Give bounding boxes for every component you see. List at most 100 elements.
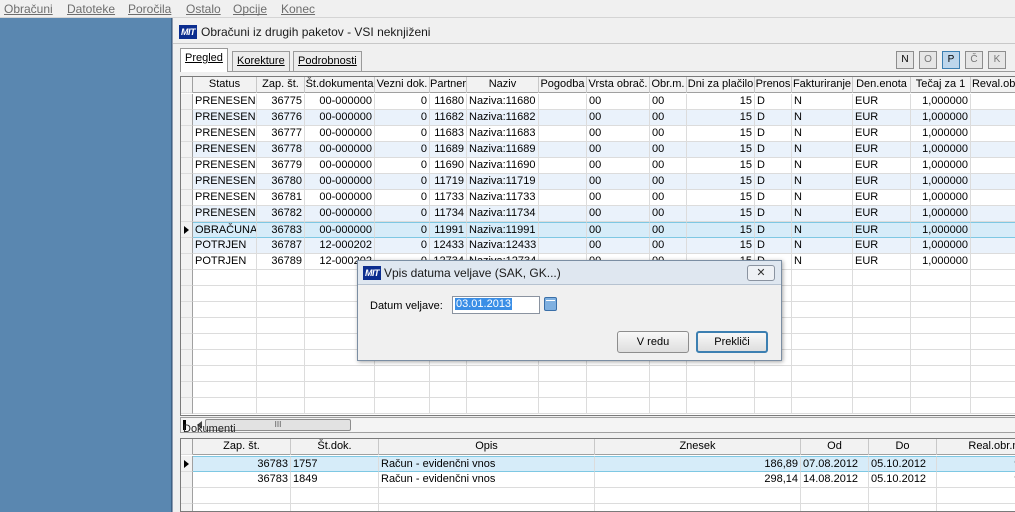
table-row[interactable]: POTRJEN 36787 12-000202 0 12433 Naziva:12433 0… <box>181 238 1015 254</box>
column-header[interactable]: Zap. št. <box>257 77 305 93</box>
column-header[interactable]: Prenos <box>755 77 792 93</box>
table-cell <box>539 174 587 190</box>
column-header[interactable]: Znesek <box>595 439 801 455</box>
side-panel <box>0 18 172 512</box>
row-indicator[interactable] <box>181 190 193 206</box>
table-cell: 36778 <box>257 142 305 158</box>
row-indicator[interactable] <box>181 504 193 511</box>
ok-button[interactable]: V redu <box>617 331 689 353</box>
row-indicator[interactable] <box>181 350 193 366</box>
table-cell <box>539 238 587 254</box>
row-indicator[interactable] <box>181 110 193 126</box>
column-header[interactable]: Vezni dok. <box>375 77 430 93</box>
column-header[interactable]: Opis <box>379 439 595 455</box>
row-indicator[interactable] <box>181 456 193 472</box>
row-indicator[interactable] <box>181 254 193 270</box>
table-cell: 00 <box>650 142 687 158</box>
row-indicator[interactable] <box>181 206 193 222</box>
table-cell: N <box>792 174 853 190</box>
table-row[interactable]: PRENESEN 36776 00-000000 0 11682 Naziva:11682… <box>181 110 1015 126</box>
table-cell <box>595 504 801 511</box>
mode-button-n[interactable]: N <box>896 51 914 69</box>
table-row[interactable]: PRENESEN 36782 00-000000 0 11734 Naziva:11734… <box>181 206 1015 222</box>
document-row[interactable]: 36783 1849 Račun - evidenčni vnos 298,14 14.… <box>181 472 1015 488</box>
row-indicator[interactable] <box>181 488 193 504</box>
column-header[interactable]: Tečaj za 1 <box>911 77 971 93</box>
tab-pregled[interactable]: Pregled <box>180 48 228 72</box>
row-indicator[interactable] <box>181 472 193 488</box>
documents-grid[interactable]: Zap. št.Št.dok.OpisZnesekOdDoReal.obr.m.… <box>180 438 1015 512</box>
row-indicator[interactable] <box>181 158 193 174</box>
column-header[interactable]: Partner <box>430 77 467 93</box>
row-indicator[interactable] <box>181 286 193 302</box>
menu-item[interactable]: Ostalo <box>186 2 221 16</box>
row-indicator[interactable] <box>181 174 193 190</box>
column-header[interactable]: Št.dok. <box>291 439 379 455</box>
column-header[interactable]: Vrsta obrač. <box>587 77 650 93</box>
row-indicator[interactable] <box>181 334 193 350</box>
row-indicator[interactable] <box>181 398 193 414</box>
mode-button-p[interactable]: P <box>942 51 960 69</box>
row-indicator[interactable] <box>181 270 193 286</box>
menu-item[interactable]: Datoteke <box>67 2 115 16</box>
cancel-button[interactable]: Prekliči <box>696 331 768 353</box>
calendar-icon[interactable] <box>544 297 557 311</box>
column-header[interactable]: Fakturiranje <box>792 77 853 93</box>
column-header[interactable]: Od <box>801 439 869 455</box>
table-cell: 00-000000 <box>305 174 375 190</box>
obracuni-grid[interactable]: Status Zap. št. Št.dokumenta Vezni dok. Part… <box>180 76 1015 416</box>
row-indicator[interactable] <box>181 142 193 158</box>
table-cell: 0 <box>375 94 430 110</box>
row-indicator[interactable] <box>181 318 193 334</box>
row-indicator[interactable] <box>181 94 193 110</box>
menu-item[interactable]: Poročila <box>128 2 171 16</box>
row-indicator[interactable] <box>181 382 193 398</box>
table-row[interactable]: PRENESEN 36775 00-000000 0 11680 Naziva:11680… <box>181 94 1015 110</box>
close-icon[interactable]: ✕ <box>747 265 775 281</box>
column-header[interactable]: Zap. št. <box>193 439 291 455</box>
tab-korekture[interactable]: Korekture <box>232 51 290 71</box>
row-indicator[interactable] <box>181 302 193 318</box>
column-header[interactable]: Naziv <box>467 77 539 93</box>
table-cell <box>193 488 291 504</box>
table-cell <box>539 222 587 238</box>
column-header[interactable]: Do <box>869 439 937 455</box>
row-indicator[interactable] <box>181 366 193 382</box>
menu-item[interactable]: Opcije <box>233 2 267 16</box>
column-header[interactable]: Št.dokumenta <box>305 77 375 93</box>
table-cell <box>375 366 430 382</box>
mode-button-o[interactable]: O <box>919 51 937 69</box>
column-header[interactable]: Dni za plačilo <box>687 77 755 93</box>
table-row[interactable]: PRENESEN 36781 00-000000 0 11733 Naziva:11733… <box>181 190 1015 206</box>
column-header[interactable]: Pogodba <box>539 77 587 93</box>
table-row[interactable]: PRENESEN 36778 00-000000 0 11689 Naziva:11689… <box>181 142 1015 158</box>
tab-podrobnosti[interactable]: Podrobnosti <box>293 51 362 71</box>
column-header[interactable]: Reval.obr <box>971 77 1015 93</box>
menu-item[interactable]: Konec <box>281 2 315 16</box>
column-header[interactable]: Obr.m. <box>650 77 687 93</box>
mode-button-c[interactable]: Č <box>965 51 983 69</box>
table-row[interactable]: PRENESEN 36777 00-000000 0 11683 Naziva:11683… <box>181 126 1015 142</box>
menu-item[interactable]: Obračuni <box>4 2 53 16</box>
column-header[interactable]: Real.obr.m. <box>937 439 1015 455</box>
column-header[interactable]: Status <box>193 77 257 93</box>
table-cell: D <box>755 94 792 110</box>
row-indicator[interactable] <box>181 126 193 142</box>
horizontal-scrollbar[interactable]: III <box>180 417 1015 433</box>
date-input[interactable]: 03.01.2013 <box>452 296 540 314</box>
mode-button-k[interactable]: K <box>988 51 1006 69</box>
document-row[interactable]: 36783 1757 Račun - evidenčni vnos 186,89 07.… <box>181 456 1015 472</box>
table-cell: 36777 <box>257 126 305 142</box>
table-row[interactable]: OBRAČUNA 36783 00-000000 0 11991 Naziva:11991… <box>181 222 1015 238</box>
table-cell: EUR <box>853 158 911 174</box>
table-row[interactable]: PRENESEN 36780 00-000000 0 11719 Naziva:11719… <box>181 174 1015 190</box>
column-header[interactable]: Den.enota <box>853 77 911 93</box>
table-cell: EUR <box>853 254 911 270</box>
row-indicator[interactable] <box>181 238 193 254</box>
row-indicator[interactable] <box>181 222 193 238</box>
table-row[interactable]: PRENESEN 36779 00-000000 0 11690 Naziva:11690… <box>181 158 1015 174</box>
table-cell: 0 <box>375 190 430 206</box>
table-cell <box>792 302 853 318</box>
window-titlebar: MIT Obračuni iz drugih paketov - VSI nek… <box>173 18 1015 44</box>
table-cell: 00-000000 <box>305 142 375 158</box>
